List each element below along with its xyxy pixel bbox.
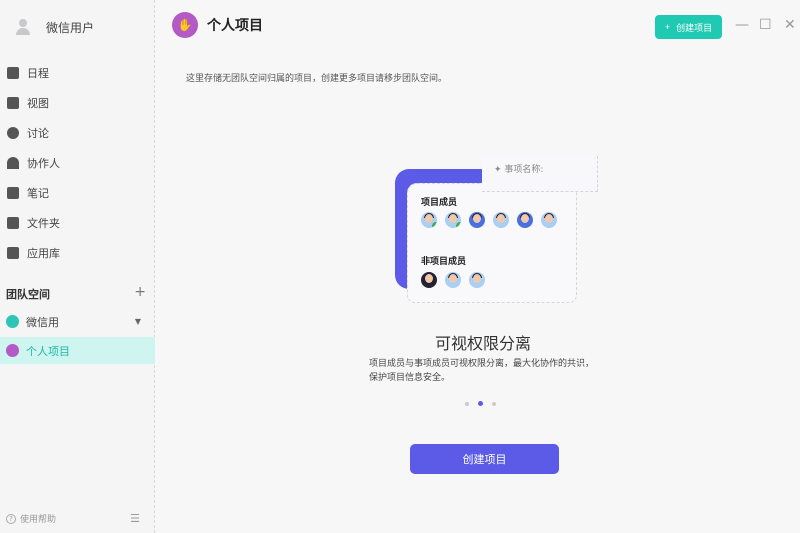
help-icon: ? xyxy=(6,513,16,524)
sidebar-item-label: 日程 xyxy=(27,67,49,80)
sidebar-item-label: 应用库 xyxy=(27,247,60,260)
avatar xyxy=(421,272,437,288)
avatar xyxy=(517,212,533,228)
avatar xyxy=(469,212,485,228)
avatar xyxy=(445,272,461,288)
non-members-label: 非项目成员 xyxy=(421,257,467,267)
carousel-dots xyxy=(465,401,496,406)
section-title: 团队空间 xyxy=(6,288,50,301)
add-team-button[interactable]: + xyxy=(134,285,146,302)
sidebar-item-notes[interactable]: 笔记 xyxy=(0,178,155,208)
user-name: 微信用户 xyxy=(46,20,95,35)
non-members-avatars xyxy=(421,272,485,288)
create-project-button[interactable]: 创建项目 xyxy=(410,444,559,474)
folder-icon xyxy=(7,217,19,229)
button-label: 创建项目 xyxy=(676,22,713,33)
sidebar-item-discussion[interactable]: 讨论 xyxy=(0,118,155,148)
apps-icon xyxy=(7,247,19,259)
sidebar-item-label: 视图 xyxy=(27,97,49,110)
team-label: 微信用 xyxy=(26,315,59,329)
calendar-icon xyxy=(7,67,19,79)
maximize-button[interactable]: ☐ xyxy=(759,17,772,33)
chevron-down-icon[interactable]: ▼ xyxy=(135,317,141,326)
sidebar-item-apps[interactable]: 应用库 xyxy=(0,238,155,268)
avatar xyxy=(469,272,485,288)
project-logo-icon: ✋ xyxy=(172,12,198,38)
sidebar-item-collaborators[interactable]: 协作人 xyxy=(0,148,155,178)
sidebar-item-label: 笔记 xyxy=(27,187,49,200)
carousel-dot[interactable] xyxy=(492,401,496,406)
help-link[interactable]: ? 使用帮助 ☰ xyxy=(6,512,140,525)
sidebar: 微信用户 日程 视图 讨论 协作人 笔记 文件夹 应用库 团队空间 + 微信用 ▼ … xyxy=(0,0,155,533)
team-space-header: 团队空间 + xyxy=(6,285,146,302)
sidebar-item-label: 讨论 xyxy=(27,127,49,140)
user-profile[interactable]: 微信用户 xyxy=(14,18,94,36)
sparkle-icon: ✦ xyxy=(494,165,505,175)
avatar xyxy=(445,212,461,228)
sidebar-item-schedule[interactable]: 日程 xyxy=(0,58,155,88)
avatar xyxy=(421,212,437,228)
carousel-dot-active[interactable] xyxy=(478,401,483,406)
team-icon xyxy=(6,315,19,328)
sidebar-item-folder[interactable]: 文件夹 xyxy=(0,208,155,238)
people-icon xyxy=(7,157,19,169)
menu-icon[interactable]: ☰ xyxy=(130,512,140,525)
create-project-top-button[interactable]: + 创建项目 xyxy=(655,15,722,39)
plus-icon: + xyxy=(664,22,671,32)
members-avatars xyxy=(421,212,557,228)
carousel-dot[interactable] xyxy=(465,401,469,406)
page-header: ✋ 个人项目 xyxy=(172,12,263,38)
sidebar-item-label: 文件夹 xyxy=(27,217,60,230)
carousel-text: 项目成员与事项成员可视权限分离，最大化协作的共识，保护项目信息安全。 xyxy=(369,359,595,383)
help-label: 使用帮助 xyxy=(20,515,57,525)
minimize-button[interactable]: — xyxy=(735,17,749,33)
chat-icon xyxy=(7,127,19,139)
close-button[interactable]: ✕ xyxy=(784,17,796,33)
chart-icon xyxy=(7,97,19,109)
illustration-tag: ✦ 事项名称: xyxy=(482,156,598,192)
sidebar-item-view[interactable]: 视图 xyxy=(0,88,155,118)
avatar xyxy=(541,212,557,228)
tag-label: 事项名称: xyxy=(504,165,544,175)
members-label: 项目成员 xyxy=(421,198,458,208)
page-description: 这里存储无团队空间归属的项目，创建更多项目请移步团队空间。 xyxy=(186,74,448,84)
note-icon xyxy=(7,187,19,199)
carousel-title: 可视权限分离 xyxy=(434,334,531,353)
sidebar-nav: 日程 视图 讨论 协作人 笔记 文件夹 应用库 xyxy=(0,58,155,268)
avatar xyxy=(493,212,509,228)
page-title: 个人项目 xyxy=(207,18,263,34)
avatar-icon xyxy=(14,18,32,36)
sidebar-item-label: 协作人 xyxy=(27,157,60,170)
